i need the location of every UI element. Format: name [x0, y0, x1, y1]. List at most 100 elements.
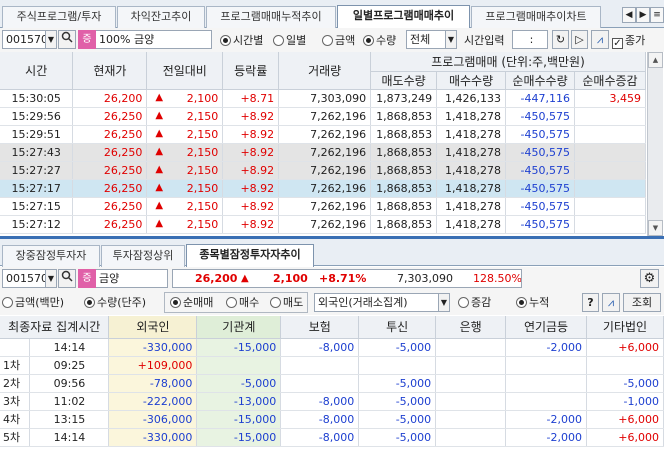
table-row[interactable]: 15:29:51 26,250 ▲ 2,150 +8.92 7,262,196 1,868,… [0, 125, 647, 144]
cell-foreign: -222,000 [108, 392, 198, 411]
cell-institution: -15,000 [196, 410, 282, 429]
radio-cumulative[interactable]: 누적 [516, 293, 549, 312]
cell-buy-qty: 1,418,278 [436, 161, 507, 180]
cell-value: 2,150 [186, 109, 219, 123]
up-arrow-icon: ▲ [241, 273, 249, 284]
radio-diff[interactable]: 증감 [458, 293, 491, 312]
tab-scroll-left-icon[interactable]: ◀ [622, 7, 636, 23]
tab-investor-top[interactable]: 투자잠정상위 [101, 245, 185, 267]
tab-intraday-investor[interactable]: 장중잠정투자자 [2, 245, 100, 267]
margin-label: 100% [99, 33, 131, 46]
cell-value: 2,150 [186, 145, 219, 159]
cell-trust: -5,000 [358, 392, 437, 411]
cell-volume: 7,262,196 [278, 179, 372, 198]
search-icon[interactable] [58, 269, 76, 288]
refresh-icon[interactable]: ↻ [552, 30, 569, 49]
search-button[interactable]: 조회 [623, 293, 661, 312]
stock-name-field: 금양 [96, 269, 168, 288]
checkbox-closing[interactable]: ✓ 종가 [612, 31, 645, 50]
cell-net-change: 3,459 [574, 89, 647, 108]
radio-amount[interactable]: 금액 [322, 31, 355, 50]
col-header-trust: 투신 [358, 316, 437, 339]
radio-sell[interactable]: 매도 [270, 293, 303, 312]
radio-dot-icon [273, 35, 284, 46]
settings-gear-icon[interactable]: ⚙ [640, 269, 659, 288]
cell-net-buy: -450,575 [505, 143, 575, 162]
investor-dropdown-icon[interactable]: ▼ [438, 293, 450, 312]
table-row[interactable]: 15:27:15 26,250 ▲ 2,150 +8.92 7,262,196 1,868,… [0, 197, 647, 216]
table-row[interactable]: 3차 11:02 -222,000 -13,000 -8,000 -5,000 -1,000 [0, 392, 664, 411]
cell-trust: -5,000 [358, 338, 437, 357]
program-trade-table: 시간 현재가 전일대비 등락률 거래량 프로그램매매 (단위:주,백만원) 매도… [0, 52, 647, 234]
table1-scrollbar[interactable]: ▲ ▼ [647, 52, 663, 236]
cell-volume: 7,262,196 [278, 107, 372, 126]
tab-menu-icon[interactable]: ≡ [650, 7, 664, 23]
tab-arbitrage-balance[interactable]: 차익잔고추이 [117, 6, 205, 28]
tab-scroll-right-icon[interactable]: ▶ [636, 7, 650, 23]
table-row[interactable]: 14:14 -330,000 -15,000 -8,000 -5,000 -2,000 +6… [0, 338, 664, 357]
cell-volume: 7,262,196 [278, 215, 372, 234]
radio-label: 증감 [471, 296, 492, 309]
cell-other-corp: +6,000 [586, 338, 664, 357]
cell-sell-qty: 1,868,853 [370, 161, 438, 180]
table-row[interactable]: 15:30:05 26,200 ▲ 2,100 +8.71 7,303,090 1,873,… [0, 89, 647, 108]
radio-dot-icon [170, 297, 181, 308]
table-row[interactable]: 15:27:43 26,250 ▲ 2,150 +8.92 7,262,196 1,868,… [0, 143, 647, 162]
radio-label: 시간별 [233, 34, 264, 47]
cell-sell-qty: 1,868,853 [370, 107, 438, 126]
help-icon[interactable]: ? [582, 293, 599, 312]
chart-icon[interactable]: ⩘ [591, 30, 609, 49]
cell-change: ▲ 2,150 [146, 161, 224, 180]
radio-by-day[interactable]: 일별 [273, 31, 306, 50]
table-row[interactable]: 15:27:17 26,250 ▲ 2,150 +8.92 7,262,196 1,868,… [0, 179, 647, 198]
scroll-down-icon[interactable]: ▼ [648, 220, 663, 236]
table-row[interactable]: 15:27:27 26,250 ▲ 2,150 +8.92 7,262,196 1,868,… [0, 161, 647, 180]
radio-quantity[interactable]: 수량 [363, 31, 396, 50]
cell-buy-qty: 1,418,278 [436, 179, 507, 198]
cell-foreign: -78,000 [108, 374, 198, 393]
radio-net-trade[interactable]: 순매매 [170, 293, 213, 312]
market-dropdown-icon[interactable]: ▼ [445, 30, 457, 49]
tab-program-cumulative[interactable]: 프로그램매매누적추이 [206, 6, 336, 28]
code-dropdown-icon[interactable]: ▼ [45, 30, 57, 49]
cell-trust: -5,000 [358, 410, 437, 429]
table-row[interactable]: 15:29:56 26,250 ▲ 2,150 +8.92 7,262,196 1,868,… [0, 107, 647, 126]
table-row[interactable]: 4차 13:15 -306,000 -15,000 -8,000 -5,000 -2,000… [0, 410, 664, 429]
toolbar-top: 001570 ▼ 증 100% 금양 시간별 일별 금액 수량 전체 ▼ 시간입… [0, 28, 664, 52]
table-row[interactable]: 2차 09:56 -78,000 -5,000 -5,000 -5,000 [0, 374, 664, 393]
radio-quantity-shares[interactable]: 수량(단주) [84, 293, 146, 312]
cell-agg-time: 09:56 [29, 374, 110, 393]
investor-select[interactable]: 외국인(거래소집계) [314, 293, 448, 312]
stock-code-input-2[interactable]: 001570 [2, 269, 46, 288]
search-icon[interactable] [58, 30, 76, 49]
table-row[interactable]: 5차 14:14 -330,000 -15,000 -8,000 -5,000 -2,000… [0, 428, 664, 447]
cell-change: ▲ 2,150 [146, 215, 224, 234]
cell-institution: -13,000 [196, 392, 282, 411]
tab-daily-program[interactable]: 일별프로그램매매추이 [337, 5, 470, 28]
tab-stock-program[interactable]: 주식프로그램/투자 [2, 6, 116, 28]
tab-stock-investor-trend[interactable]: 종목별잠정투자자추이 [186, 244, 314, 267]
chart-icon[interactable]: ⩘ [602, 293, 620, 312]
cell-round: 5차 [0, 428, 31, 447]
up-arrow-icon: ▲ [155, 145, 164, 157]
radio-buy[interactable]: 매수 [226, 293, 259, 312]
cell-rate: +8.92 [222, 161, 280, 180]
code-dropdown-icon[interactable]: ▼ [45, 269, 57, 288]
checkbox-icon: ✓ [612, 38, 623, 49]
time-input[interactable]: : [512, 30, 548, 49]
cell-net-change [574, 143, 647, 162]
table-row[interactable]: 15:27:12 26,250 ▲ 2,150 +8.92 7,262,196 1,868,… [0, 215, 647, 234]
cell-volume: 7,262,196 [278, 161, 372, 180]
radio-by-time[interactable]: 시간별 [220, 31, 263, 50]
table-row[interactable]: 1차 09:25 +109,000 [0, 356, 664, 375]
tab-program-chart[interactable]: 프로그램매매추이차트 [471, 6, 601, 28]
cell-net-change [574, 125, 647, 144]
radio-amount-million[interactable]: 금액(백만) [2, 293, 64, 312]
stock-code-input[interactable]: 001570 [2, 30, 46, 49]
cell-price: 26,250 [72, 197, 148, 216]
col-header-institution: 기관계 [196, 316, 282, 339]
next-icon[interactable]: ▷ [571, 30, 588, 49]
scroll-up-icon[interactable]: ▲ [648, 52, 663, 68]
cell-change: ▲ 2,150 [146, 143, 224, 162]
radio-label: 금액 [335, 34, 356, 47]
